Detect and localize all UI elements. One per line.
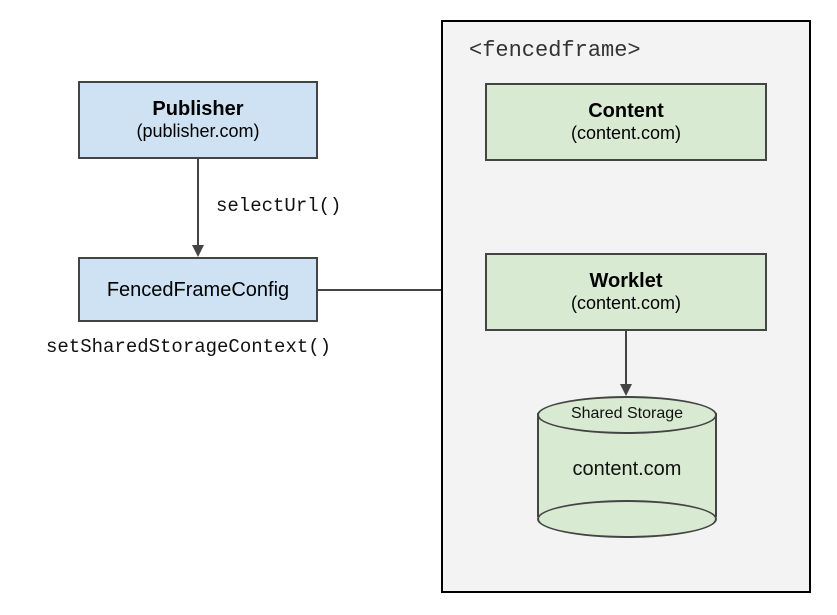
arrow-publisher-to-config: [197, 159, 199, 247]
content-title: Content: [588, 99, 664, 123]
arrow-worklet-to-storage-head: [620, 384, 632, 396]
setsharedstoragecontext-label: setSharedStorageContext(): [46, 336, 331, 358]
fencedframeconfig-box: FencedFrameConfig: [78, 257, 318, 322]
fencedframeconfig-title: FencedFrameConfig: [107, 278, 289, 302]
diagram-canvas: Publisher (publisher.com) selectUrl() Fe…: [0, 0, 837, 615]
arrow-worklet-to-storage: [625, 331, 627, 386]
publisher-box: Publisher (publisher.com): [78, 81, 318, 159]
publisher-title: Publisher: [152, 97, 243, 121]
fencedframe-label: <fencedframe>: [469, 38, 641, 63]
content-box: Content (content.com): [485, 83, 767, 161]
worklet-subtitle: (content.com): [571, 293, 681, 315]
fencedframe-container: <fencedframe> Content (content.com) Work…: [441, 20, 811, 593]
selecturl-label: selectUrl(): [216, 195, 341, 217]
content-subtitle: (content.com): [571, 123, 681, 145]
worklet-title: Worklet: [590, 269, 663, 293]
shared-storage-cylinder: Shared Storage content.com: [537, 396, 717, 534]
arrow-publisher-to-config-head: [192, 245, 204, 257]
worklet-box: Worklet (content.com): [485, 253, 767, 331]
shared-storage-label: Shared Storage: [537, 405, 717, 423]
shared-storage-domain: content.com: [537, 458, 717, 481]
publisher-subtitle: (publisher.com): [136, 121, 259, 143]
